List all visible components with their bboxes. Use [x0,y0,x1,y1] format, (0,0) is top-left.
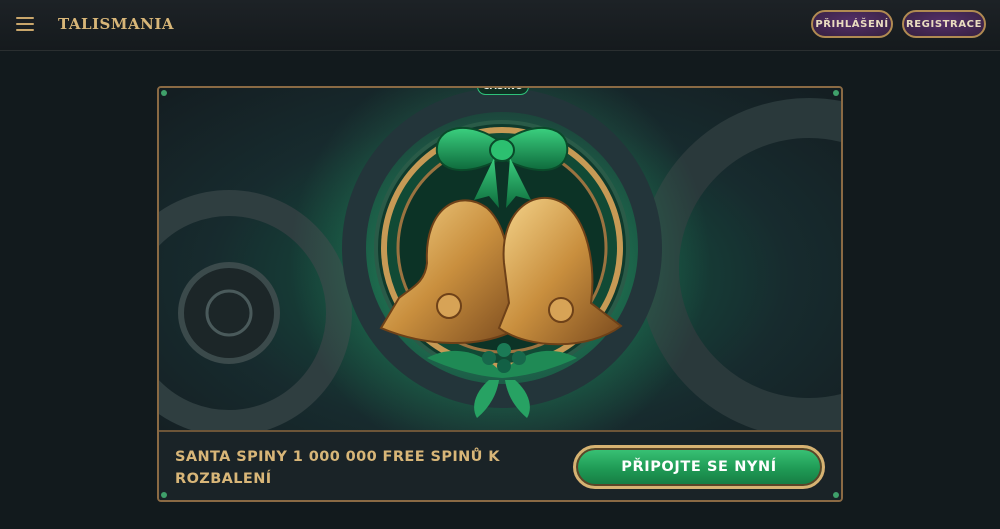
casino-tag: CASINO [477,88,529,95]
card-corner-ornament [833,492,839,498]
card-corner-ornament [161,492,167,498]
join-now-button[interactable]: PŘIPOJTE SE NYNÍ [573,445,825,489]
promo-headline: SANTA SPINY 1 000 000 FREE SPINŮ K ROZBA… [175,449,500,487]
register-button[interactable]: REGISTRACE [902,10,986,38]
bells-icon [159,88,841,430]
site-logo[interactable]: TALISMANIA [58,15,174,33]
card-corner-ornament [833,90,839,96]
promo-footer: SANTA SPINY 1 000 000 FREE SPINŮ K ROZBA… [159,430,841,500]
login-button[interactable]: PŘIHLÁŠENÍ [811,10,893,38]
card-corner-ornament [161,90,167,96]
promo-banner-image[interactable] [159,88,841,430]
hamburger-icon[interactable] [16,17,34,31]
top-header: TALISMANIA PŘIHLÁŠENÍ REGISTRACE [0,0,1000,51]
promo-card[interactable]: CASINO SANTA SPINY 1 000 000 FREE SPINŮ … [157,86,843,502]
